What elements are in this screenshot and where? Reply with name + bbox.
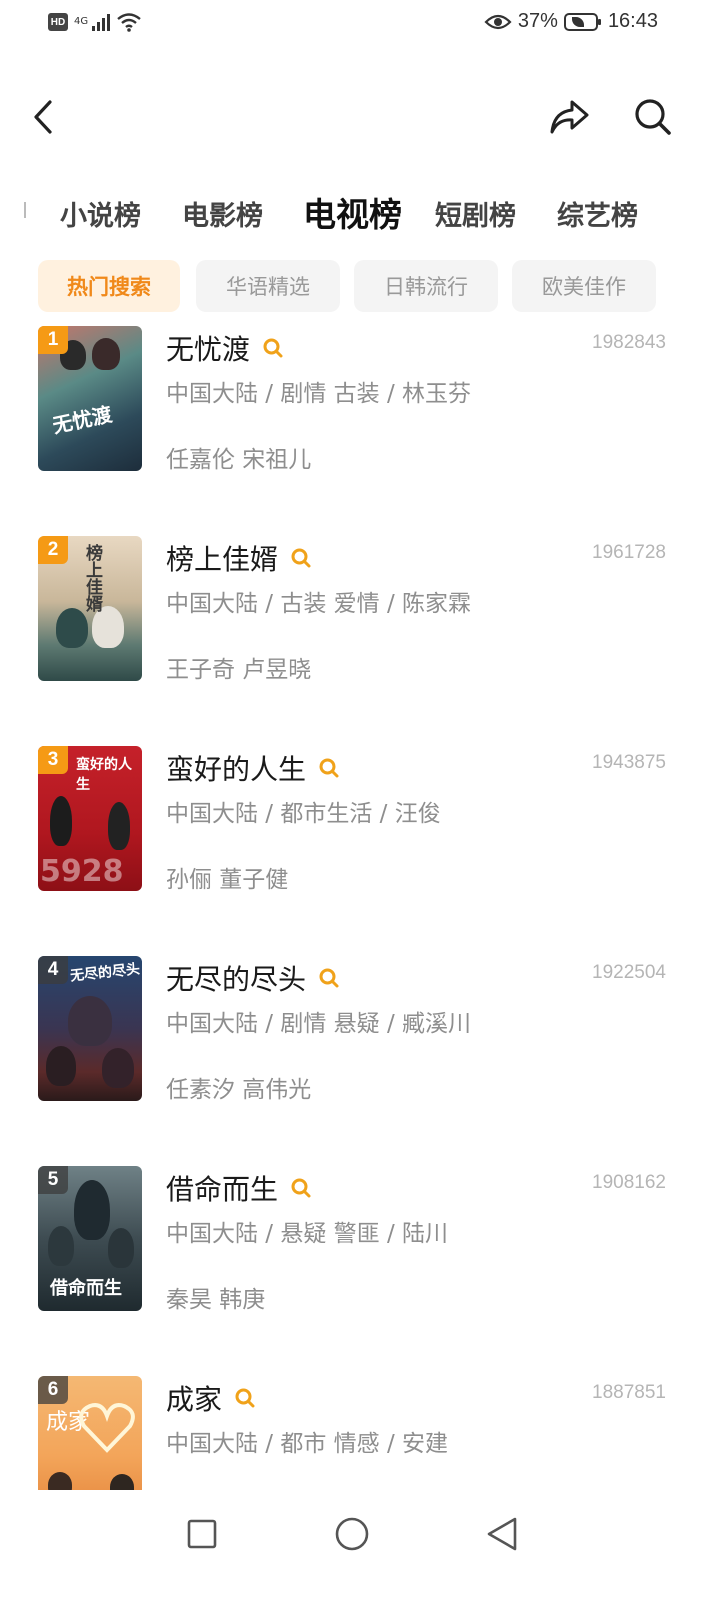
status-bar: HD 4G 37% 16:43 [0, 0, 720, 52]
item-meta: 中国大陆 / 剧情 古装 / 林玉芬 [166, 381, 472, 407]
eye-icon [484, 14, 512, 29]
list-item[interactable]: 无尽的尽头 4 无尽的尽头 1922504 中国大陆 / 剧情 悬疑 / 臧溪川… [0, 956, 720, 1106]
search-small-icon [291, 1178, 311, 1198]
item-title: 成家 [166, 1378, 256, 1418]
search-small-icon [319, 968, 339, 988]
item-cast: 秦昊 韩庚 [166, 1287, 266, 1313]
item-title-text: 无尽的尽头 [166, 963, 307, 996]
battery-icon [563, 12, 601, 31]
list-item[interactable]: 无忧渡 1 无忧渡 1982843 中国大陆 / 剧情 古装 / 林玉芬 任嘉伦… [0, 326, 720, 476]
item-meta: 中国大陆 / 都市生活 / 汪俊 [166, 801, 441, 827]
chip-chinese-picks[interactable]: 华语精选 [196, 260, 340, 312]
nav-back-button[interactable] [478, 1510, 526, 1558]
rank-badge: 6 [38, 1376, 68, 1404]
poster-image: 成家 6 [38, 1376, 142, 1490]
share-button[interactable] [546, 94, 592, 140]
signal-icon [92, 13, 111, 31]
ranking-list: 无忧渡 1 无忧渡 1982843 中国大陆 / 剧情 古装 / 林玉芬 任嘉伦… [0, 326, 720, 1490]
list-item[interactable]: 成家 6 成家 1887851 中国大陆 / 都市 情感 / 安建 [0, 1376, 720, 1490]
item-title-text: 成家 [166, 1383, 223, 1416]
search-count: 1982843 [592, 332, 666, 353]
poster-image: 榜上佳婿 2 [38, 536, 142, 681]
category-tabs: 小说榜 电影榜 电视榜 短剧榜 综艺榜 [0, 186, 720, 242]
item-cast: 王子奇 卢昱晓 [166, 657, 312, 683]
item-title: 无尽的尽头 [166, 958, 340, 998]
top-toolbar [0, 80, 720, 154]
search-small-icon [319, 758, 339, 778]
rank-badge: 5 [38, 1166, 68, 1194]
recents-button[interactable] [178, 1510, 226, 1558]
recents-square-icon [187, 1519, 217, 1549]
sub-tabs: 热门搜索 华语精选 日韩流行 欧美佳作 [0, 260, 720, 312]
item-meta: 中国大陆 / 古装 爱情 / 陈家霖 [166, 591, 472, 617]
item-title: 蛮好的人生 [166, 748, 340, 788]
item-meta: 中国大陆 / 悬疑 警匪 / 陆川 [166, 1221, 449, 1247]
search-count: 1887851 [592, 1382, 666, 1403]
home-button[interactable] [328, 1510, 376, 1558]
poster-title: 蛮好的人生 [76, 757, 132, 793]
chip-western-picks[interactable]: 欧美佳作 [512, 260, 656, 312]
tab-variety[interactable]: 综艺榜 [557, 194, 638, 233]
battery-percent: 37% [517, 10, 558, 32]
item-cast: 任素汐 高伟光 [166, 1077, 312, 1103]
search-button[interactable] [630, 94, 676, 140]
poster-image: 借命而生 5 [38, 1166, 142, 1311]
item-title-text: 榜上佳婿 [166, 543, 279, 576]
clock: 16:43 [607, 10, 658, 32]
item-title-text: 蛮好的人生 [166, 753, 307, 786]
search-count: 1908162 [592, 1172, 666, 1193]
item-title-text: 无忧渡 [166, 333, 251, 366]
tab-scroll-indicator [24, 202, 26, 218]
chip-hot-search[interactable]: 热门搜索 [38, 260, 180, 312]
tab-novel[interactable]: 小说榜 [60, 194, 141, 233]
heart-icon [79, 1403, 135, 1453]
list-item[interactable]: 借命而生 5 借命而生 1908162 中国大陆 / 悬疑 警匪 / 陆川 秦昊… [0, 1166, 720, 1316]
hd-badge: HD [48, 13, 68, 31]
poster-title: 借命而生 [50, 1278, 122, 1299]
item-title: 借命而生 [166, 1168, 312, 1208]
status-left: HD 4G [48, 12, 142, 32]
poster-image: 无忧渡 1 [38, 326, 142, 471]
network-type: 4G [74, 16, 89, 27]
search-count: 1961728 [592, 542, 666, 563]
search-small-icon [263, 338, 283, 358]
poster-title: 无尽的尽头 [69, 961, 141, 985]
item-cast: 孙俪 董子健 [166, 867, 289, 893]
status-right: 37% 16:43 [484, 10, 658, 33]
chevron-left-icon [34, 100, 52, 134]
back-button[interactable] [20, 94, 66, 140]
search-count: 1943875 [592, 752, 666, 773]
wifi-icon [117, 13, 141, 32]
search-icon [635, 99, 671, 135]
item-title-text: 借命而生 [166, 1173, 279, 1206]
rank-badge: 3 [38, 746, 68, 774]
item-title: 榜上佳婿 [166, 538, 312, 578]
item-cast: 任嘉伦 宋祖儿 [166, 447, 312, 473]
item-meta: 中国大陆 / 都市 情感 / 安建 [166, 1431, 449, 1457]
search-small-icon [235, 1388, 255, 1408]
search-small-icon [291, 548, 311, 568]
tab-short-drama[interactable]: 短剧榜 [435, 194, 516, 233]
list-item[interactable]: 蛮好的人生 5928 3 蛮好的人生 1943875 中国大陆 / 都市生活 /… [0, 746, 720, 896]
home-circle-icon [335, 1517, 369, 1551]
rank-badge: 2 [38, 536, 68, 564]
list-item[interactable]: 榜上佳婿 2 榜上佳婿 1961728 中国大陆 / 古装 爱情 / 陈家霖 王… [0, 536, 720, 686]
system-nav-bar [0, 1490, 720, 1600]
item-title: 无忧渡 [166, 328, 284, 368]
poster-image: 无尽的尽头 4 [38, 956, 142, 1101]
poster-image: 蛮好的人生 5928 3 [38, 746, 142, 891]
poster-title: 无忧渡 [50, 401, 115, 438]
rank-badge: 1 [38, 326, 68, 354]
chip-jp-kr-popular[interactable]: 日韩流行 [354, 260, 498, 312]
share-icon [550, 100, 589, 134]
back-triangle-icon [487, 1517, 517, 1551]
item-meta: 中国大陆 / 剧情 悬疑 / 臧溪川 [166, 1011, 472, 1037]
search-count: 1922504 [592, 962, 666, 983]
rank-badge: 4 [38, 956, 68, 984]
poster-title: 榜上佳婿 [82, 544, 102, 612]
tab-movie[interactable]: 电影榜 [182, 194, 263, 233]
tab-tv[interactable]: 电视榜 [303, 188, 402, 236]
